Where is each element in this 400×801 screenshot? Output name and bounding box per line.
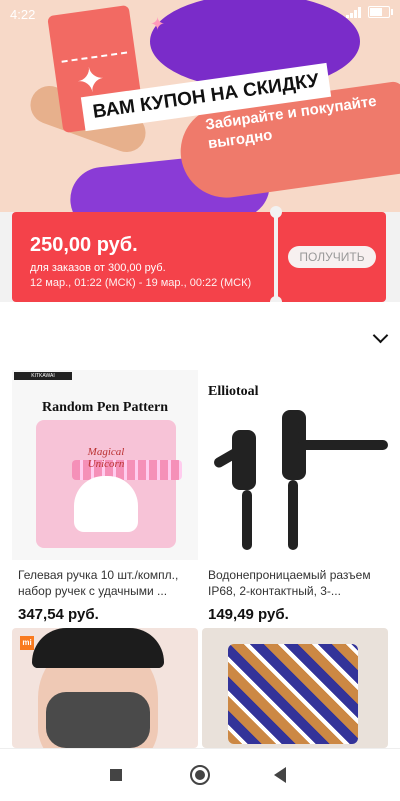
image-caption: Random Pen Pattern (42, 400, 168, 415)
hair-illustration (32, 628, 164, 668)
status-time: 4:22 (10, 7, 36, 22)
product-price: 149,49 руб. (208, 606, 289, 623)
recents-icon[interactable] (110, 769, 122, 781)
product-title[interactable]: Водонепроницаемый разъем IP68, 2-контакт… (208, 568, 384, 600)
shop-logo: KITKAWAI (14, 372, 72, 380)
coupon-claim-area: ПОЛУЧИТЬ (278, 212, 386, 302)
coupon-condition: для заказов от 300,00 руб. (30, 262, 166, 274)
coupon-card: 250,00 руб. для заказов от 300,00 руб. 1… (12, 206, 386, 308)
system-nav-bar (0, 748, 400, 801)
battery-icon (368, 6, 393, 18)
image-caption: Elliotoal (208, 384, 259, 399)
connector-illustration (232, 430, 256, 490)
coupon-notch (270, 206, 282, 218)
product-card[interactable]: KITKAWAI Random Pen Pattern Magical Unic… (12, 370, 198, 628)
section-header (0, 302, 400, 358)
unicorn-illustration (74, 476, 138, 532)
bags-illustration (228, 644, 358, 744)
back-icon[interactable] (274, 767, 286, 783)
product-image[interactable]: Elliotoal (202, 370, 388, 560)
product-price: 347,54 руб. (18, 606, 99, 623)
pen-bag-illustration: Magical Unicorn (36, 420, 182, 548)
coupon-info: 250,00 руб. для заказов от 300,00 руб. 1… (12, 212, 274, 302)
brand-logo-icon: mi (20, 636, 34, 650)
signal-icon (346, 6, 362, 18)
home-icon[interactable] (190, 765, 210, 785)
face-mask-illustration (46, 692, 150, 748)
claim-coupon-button[interactable]: ПОЛУЧИТЬ (288, 246, 376, 268)
product-card[interactable]: Elliotoal Водонепроницаемый разъем IP68,… (202, 370, 388, 628)
product-grid: KITKAWAI Random Pen Pattern Magical Unic… (0, 358, 400, 748)
cable-illustration (242, 490, 252, 550)
status-icons (346, 6, 393, 18)
status-bar: 4:22 (0, 0, 400, 28)
image-script: Magical Unicorn (87, 446, 125, 470)
product-card[interactable] (202, 628, 388, 748)
product-title[interactable]: Гелевая ручка 10 шт./компл., набор ручек… (18, 568, 194, 600)
coupon-amount: 250,00 руб. (30, 234, 138, 256)
chevron-down-icon[interactable] (372, 327, 389, 344)
product-image[interactable]: KITKAWAI Random Pen Pattern Magical Unic… (12, 370, 198, 560)
promo-banner-image[interactable]: 4:22 ✦ ✦ ✦ ВАМ КУПОН НА СКИДКУ Забирайте… (0, 0, 400, 212)
coupon-validity: 12 мар., 01:22 (МСК) - 19 мар., 00:22 (М… (30, 277, 252, 289)
product-card[interactable]: mi (12, 628, 198, 748)
cable-illustration (288, 480, 298, 550)
cable-illustration (298, 440, 388, 450)
